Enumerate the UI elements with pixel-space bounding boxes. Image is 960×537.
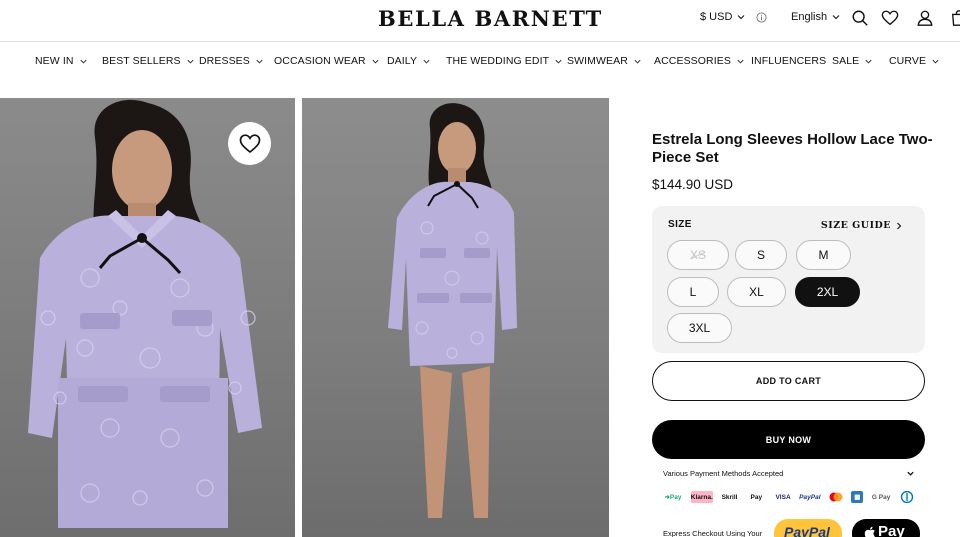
info-icon[interactable] [756,11,767,23]
size-option-2xl[interactable]: 2XL [795,277,860,307]
chevron-down-icon [932,59,939,64]
size-selector: SIZE SIZE GUIDE XS S M L XL 2XL 3XL [652,206,925,353]
nav-item-occasion-wear[interactable]: OCCASION WEAR [274,55,380,67]
payment-methods-label: Various Payment Methods Accepted [663,469,784,478]
applepay-icon: Pay [750,493,763,501]
nav-item-wedding-edit[interactable]: THE WEDDING EDIT [446,55,563,67]
model-illustration [388,103,517,518]
nav-label: ACCESSORIES [654,55,731,67]
nav-item-curve[interactable]: CURVE [889,55,940,67]
main-nav: NEW IN BEST SELLERS DRESSES OCCASION WEA… [0,43,960,79]
chevron-down-icon [737,59,744,64]
size-option-m[interactable]: M [796,240,851,270]
applepay-express-button[interactable]: Pay [852,519,920,537]
chevron-down-icon [79,59,87,64]
size-guide-link[interactable]: SIZE GUIDE [821,220,903,231]
nav-item-dresses[interactable]: DRESSES [199,55,264,67]
nav-label: DRESSES [199,55,250,67]
nav-item-sale[interactable]: SALE [832,55,873,67]
site-header: BELLA BARNETT $ USD English [0,0,960,42]
nav-item-daily[interactable]: DAILY [387,55,431,67]
heart-icon [239,133,260,153]
apple-icon [864,526,875,537]
googlepay-icon: G Pay [871,493,891,501]
product-price: $144.90 USD [652,177,734,192]
size-option-s[interactable]: S [735,240,787,270]
chevron-down-icon [832,15,840,20]
currency-label: $ USD [700,11,733,23]
size-guide-label: SIZE GUIDE [820,220,891,231]
nav-label: THE WEDDING EDIT [446,55,550,67]
buy-now-button[interactable]: BUY NOW [652,420,925,459]
chevron-down-icon [256,59,263,64]
payment-methods-toggle[interactable]: Various Payment Methods Accepted [663,469,915,478]
brand-logo[interactable]: BELLA BARNETT [378,6,603,31]
payment-icons: ➜Pay Klarna. Skrill Pay VISA PayPal ▦ G … [663,490,915,504]
nav-label: DAILY [387,55,418,67]
applepay-label: Pay [878,523,905,537]
nav-item-new-in[interactable]: NEW IN [35,55,88,67]
nav-label: SALE [832,55,860,67]
language-label: English [791,11,828,23]
skrill-icon: Skrill [721,493,738,501]
search-icon[interactable] [851,9,869,27]
heart-icon[interactable] [881,9,899,27]
size-label: SIZE [668,219,692,230]
bag-icon[interactable] [950,9,960,27]
product-title: Estrela Long Sleeves Hollow Lace Two-Pie… [652,131,933,166]
chevron-down-icon [372,59,379,64]
nav-label: BEST SELLERS [102,55,181,67]
paypal-label: PayPal [784,524,830,537]
nav-label: OCCASION WEAR [274,55,366,67]
size-option-l[interactable]: L [667,277,719,307]
size-option-xs[interactable]: XS [667,240,729,270]
diners-icon [899,491,915,503]
nav-label: INFLUENCERS [751,55,827,67]
chevron-right-icon [897,222,902,229]
size-option-xl[interactable]: XL [727,277,786,307]
chevron-down-icon [423,59,430,64]
nav-item-influencers[interactable]: INFLUENCERS [751,55,826,67]
chevron-down-icon [737,15,745,20]
afterpay-icon: ➜Pay [664,494,682,501]
nav-label: NEW IN [35,55,74,67]
nav-label: SWIMWEAR [567,55,628,67]
paypal-icon: PayPal [799,493,821,501]
language-selector[interactable]: English [791,11,841,23]
nav-item-best-sellers[interactable]: BEST SELLERS [102,55,195,67]
add-to-cart-button[interactable]: ADD TO CART [652,361,925,401]
klarna-icon: Klarna. [691,491,713,503]
chevron-down-icon [865,59,872,64]
chevron-down-icon [907,471,914,476]
wishlist-button[interactable] [228,122,271,165]
express-checkout-label: Express Checkout Using Your [663,529,763,537]
paypal-express-button[interactable]: PayPal [774,519,842,537]
chevron-down-icon [187,59,194,64]
amex-icon: ▦ [851,491,864,503]
nav-item-swimwear[interactable]: SWIMWEAR [567,55,642,67]
size-option-3xl[interactable]: 3XL [667,313,732,343]
nav-item-accessories[interactable]: ACCESSORIES [654,55,745,67]
visa-icon: VISA [775,493,791,501]
mastercard-icon [828,491,844,503]
chevron-down-icon [634,59,641,64]
chevron-down-icon [555,59,562,64]
product-image-secondary[interactable] [302,98,609,537]
nav-label: CURVE [889,55,927,67]
currency-selector[interactable]: $ USD [700,11,767,23]
user-icon[interactable] [916,9,934,27]
